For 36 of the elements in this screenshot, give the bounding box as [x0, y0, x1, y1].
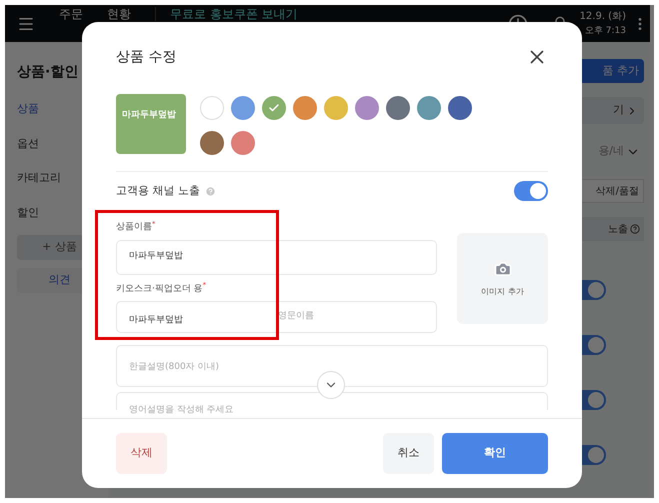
color-swatch[interactable]	[417, 96, 441, 120]
preview-label: 마파두부덮밥	[122, 110, 176, 120]
color-swatch[interactable]	[262, 96, 286, 120]
kiosk-name-field[interactable]: 마파두부덮밥	[129, 315, 183, 325]
color-swatch[interactable]	[355, 96, 379, 120]
toggle-switch[interactable]	[514, 181, 548, 201]
korean-description-field[interactable]: 한글설명(800자 이내)	[116, 345, 548, 387]
color-swatch[interactable]	[231, 96, 255, 120]
field-label: 키오스크·픽업오더 용$^{*}$	[116, 282, 208, 296]
delete-button[interactable]: 삭제	[116, 433, 167, 474]
color-swatch[interactable]	[231, 131, 255, 155]
dialog-title: 상품 수정	[116, 48, 176, 66]
camera-icon	[494, 260, 512, 278]
date-text: 12.9. (화)	[580, 10, 626, 24]
help-icon[interactable]	[630, 224, 640, 234]
color-swatch[interactable]	[324, 96, 348, 120]
product-name-field[interactable]: 마파두부덮밥	[116, 240, 437, 274]
nav-tab[interactable]: 현황	[107, 7, 131, 21]
time-text: 오후 7:13	[584, 24, 626, 38]
field-label: 상품이름$^{*}$	[116, 221, 156, 234]
cancel-button[interactable]: 취소	[383, 433, 434, 474]
english-name-field[interactable]: 영문이름	[278, 310, 436, 324]
color-swatch[interactable]	[200, 96, 224, 120]
color-swatch[interactable]	[448, 96, 472, 120]
header-text: 삭제/품절	[596, 184, 639, 198]
color-swatch[interactable]	[386, 96, 410, 120]
sidebar-title: 상품·할인	[17, 63, 80, 82]
channel-label: 고객용 채널 노출	[116, 182, 200, 199]
color-swatch[interactable]	[200, 131, 224, 155]
color-swatch[interactable]	[293, 96, 317, 120]
promo-link[interactable]: 무료로 홍보쿠폰 보내기	[155, 7, 298, 21]
check-icon	[268, 102, 280, 114]
add-image-button[interactable]: 이미지 추가	[457, 233, 548, 324]
nav-tab[interactable]: 주문	[59, 7, 83, 21]
confirm-button[interactable]: 확인	[442, 433, 548, 474]
header-text: 노출	[608, 222, 628, 236]
